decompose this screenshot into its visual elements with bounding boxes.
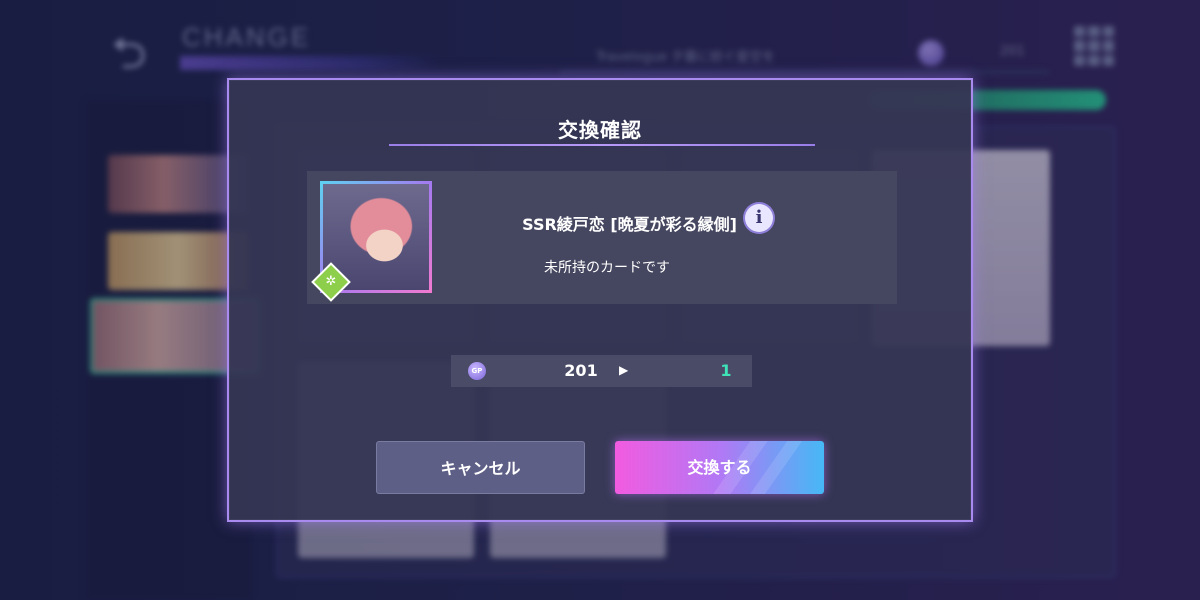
exchange-confirm-dialog: 交換確認 ✲ SSR綾戸恋 [晩夏が彩る縁側] i 未所持のカードです GP 2… xyxy=(227,78,973,522)
card-name: SSR綾戸恋 [晩夏が彩る縁側] xyxy=(522,215,737,234)
attribute-badge-icon: ✲ xyxy=(311,262,351,302)
card-thumbnail[interactable]: ✲ xyxy=(311,181,432,302)
cancel-button[interactable]: キャンセル xyxy=(376,441,585,494)
gp-currency-icon: GP xyxy=(468,362,486,380)
card-info-panel: ✲ SSR綾戸恋 [晩夏が彩る縁側] i 未所持のカードです xyxy=(307,171,897,304)
title-underline xyxy=(389,144,815,146)
info-icon[interactable]: i xyxy=(745,204,773,232)
card-ownership-status: 未所持のカードです xyxy=(544,260,670,276)
remaining-currency-value: 1 xyxy=(720,361,732,380)
current-currency-value: 201 xyxy=(564,361,598,380)
arrow-right-icon: ▶ xyxy=(619,363,629,377)
exchange-cost-bar: GP 201 ▶ 1 xyxy=(451,355,752,387)
dialog-title: 交換確認 xyxy=(558,118,642,142)
exchange-button[interactable]: 交換する xyxy=(615,441,824,494)
